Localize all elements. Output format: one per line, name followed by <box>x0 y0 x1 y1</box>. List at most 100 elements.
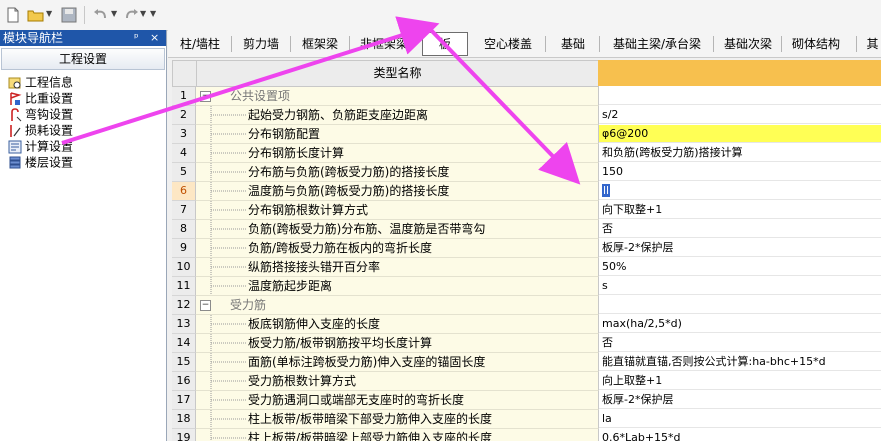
undo-icon[interactable] <box>92 6 110 24</box>
type-name-text: 分布钢筋配置 <box>248 127 321 141</box>
value-cell[interactable]: la <box>599 410 881 428</box>
value-cell[interactable]: s/2 <box>599 106 881 124</box>
type-name-cell[interactable]: 板底钢筋伸入支座的长度 <box>196 315 599 334</box>
tab-masonry[interactable]: 砌体结构 <box>784 33 848 55</box>
tab-slab[interactable]: 板 <box>422 32 468 56</box>
value-cell[interactable]: ll <box>599 182 881 200</box>
value-cell[interactable]: s <box>599 277 881 295</box>
table-row[interactable]: 4 分布钢筋长度计算 和负筋(跨板受力筋)搭接计算 <box>172 144 881 163</box>
table-row[interactable]: 11 温度筋起步距离 s <box>172 277 881 296</box>
type-name-cell[interactable]: 负筋/跨板受力筋在板内的弯折长度 <box>196 239 599 258</box>
tab-hollow-floor[interactable]: 空心楼盖 <box>472 33 544 55</box>
value-editor-selection[interactable]: ll <box>602 184 611 197</box>
type-name-cell[interactable]: − 受力筋 <box>196 296 599 315</box>
type-name-cell[interactable]: 温度筋与负筋(跨板受力筋)的搭接长度 <box>196 182 599 201</box>
table-row[interactable]: 17 受力筋遇洞口或端部无支座时的弯折长度 板厚-2*保护层 <box>172 391 881 410</box>
table-row[interactable]: 14 板受力筋/板带钢筋按平均长度计算 否 <box>172 334 881 353</box>
tab-foundation-secondary-beam[interactable]: 基础次梁 <box>716 33 780 55</box>
type-name-cell[interactable]: 柱上板带/板带暗梁下部受力筋伸入支座的长度 <box>196 410 599 429</box>
nav-item-weight-ratio[interactable]: 比重设置 <box>0 90 166 106</box>
type-name-cell[interactable]: − 公共设置项 <box>196 87 599 106</box>
type-name-cell[interactable]: 负筋(跨板受力筋)分布筋、温度筋是否带弯勾 <box>196 220 599 239</box>
tab-non-frame-beam[interactable]: 非框架梁 <box>351 33 417 55</box>
weight-ratio-icon <box>10 91 22 105</box>
value-cell[interactable]: 向下取整+1 <box>599 201 881 219</box>
value-cell[interactable]: 板厚-2*保护层 <box>599 391 881 409</box>
nav-item-project-info[interactable]: 工程信息 <box>0 74 166 90</box>
tab-frame-beam[interactable]: 框架梁 <box>292 33 348 55</box>
table-row[interactable]: 10 纵筋搭接接头错开百分率 50% <box>172 258 881 277</box>
panel-header-project-settings[interactable]: 工程设置 <box>1 48 165 70</box>
table-row[interactable]: 15 面筋(单标注跨板受力筋)伸入支座的锚固长度 能直锚就直锚,否则按公式计算:ha… <box>172 353 881 372</box>
type-name-cell[interactable]: 板受力筋/板带钢筋按平均长度计算 <box>196 334 599 353</box>
type-name-cell[interactable]: 柱上板带/板带暗梁上部受力筋伸入支座的长度 <box>196 429 599 441</box>
row-number: 13 <box>172 315 196 334</box>
column-header-type-name[interactable]: 类型名称 <box>196 60 599 87</box>
redo-dropdown-caret[interactable]: ▼ <box>140 9 146 18</box>
row-number: 8 <box>172 220 196 239</box>
type-name-cell[interactable]: 温度筋起步距离 <box>196 277 599 296</box>
value-cell[interactable]: 150 <box>599 163 881 181</box>
tab-separator <box>599 36 600 52</box>
nav-item-hook-setting[interactable]: 弯钩设置 <box>0 106 166 122</box>
value-cell[interactable]: 能直锚就直锚,否则按公式计算:ha-bhc+15*d <box>599 353 881 371</box>
nav-item-calc-setting[interactable]: 计算设置 <box>0 138 166 154</box>
table-row[interactable]: 5 分布筋与负筋(跨板受力筋)的搭接长度 150 <box>172 163 881 182</box>
tab-other[interactable]: 其 <box>864 33 881 55</box>
tree-line-icon <box>210 125 246 143</box>
type-name-cell[interactable]: 受力筋遇洞口或端部无支座时的弯折长度 <box>196 391 599 410</box>
tab-column[interactable]: 柱/墙柱 <box>170 33 230 55</box>
value-cell[interactable]: 50% <box>599 258 881 276</box>
table-row[interactable]: 9 负筋/跨板受力筋在板内的弯折长度 板厚-2*保护层 <box>172 239 881 258</box>
value-cell[interactable]: 否 <box>599 220 881 238</box>
table-row[interactable]: 3 分布钢筋配置 φ6@200 <box>172 125 881 144</box>
pin-icon[interactable]: ᵖ <box>134 30 139 46</box>
value-cell[interactable]: 否 <box>599 334 881 352</box>
tree-line-icon <box>210 353 246 371</box>
open-folder-icon[interactable] <box>27 6 45 24</box>
table-row[interactable]: 8 负筋(跨板受力筋)分布筋、温度筋是否带弯勾 否 <box>172 220 881 239</box>
group-row[interactable]: 1− 公共设置项 <box>172 87 881 106</box>
redo-icon[interactable] <box>122 6 140 24</box>
value-cell[interactable]: 0.6*Lab+15*d <box>599 429 881 441</box>
close-icon[interactable]: × <box>150 30 159 46</box>
type-name-cell[interactable]: 分布筋与负筋(跨板受力筋)的搭接长度 <box>196 163 599 182</box>
value-cell[interactable]: 向上取整+1 <box>599 372 881 390</box>
type-name-cell[interactable]: 受力筋根数计算方式 <box>196 372 599 391</box>
type-name-cell[interactable]: 分布钢筋长度计算 <box>196 144 599 163</box>
open-dropdown-caret[interactable]: ▼ <box>46 9 52 18</box>
group-row[interactable]: 12− 受力筋 <box>172 296 881 315</box>
value-cell[interactable]: φ6@200 <box>599 125 881 143</box>
nav-item-loss-setting[interactable]: 损耗设置 <box>0 122 166 138</box>
value-cell[interactable]: max(ha/2,5*d) <box>599 315 881 333</box>
table-row[interactable]: 16 受力筋根数计算方式 向上取整+1 <box>172 372 881 391</box>
value-cell[interactable]: 板厚-2*保护层 <box>599 239 881 257</box>
tab-foundation[interactable]: 基础 <box>548 33 598 55</box>
type-name-cell[interactable]: 分布钢筋根数计算方式 <box>196 201 599 220</box>
tree-line-icon <box>210 220 246 238</box>
new-file-icon[interactable] <box>4 6 22 24</box>
value-cell[interactable]: 和负筋(跨板受力筋)搭接计算 <box>599 144 881 162</box>
type-name-cell[interactable]: 分布钢筋配置 <box>196 125 599 144</box>
tab-shear-wall[interactable]: 剪力墙 <box>233 33 289 55</box>
type-name-cell[interactable]: 起始受力钢筋、负筋距支座边距离 <box>196 106 599 125</box>
table-row[interactable]: 19 柱上板带/板带暗梁上部受力筋伸入支座的长度 0.6*Lab+15*d <box>172 429 881 441</box>
type-name-cell[interactable]: 面筋(单标注跨板受力筋)伸入支座的锚固长度 <box>196 353 599 372</box>
column-header-value[interactable] <box>598 60 881 86</box>
table-row[interactable]: 13 板底钢筋伸入支座的长度 max(ha/2,5*d) <box>172 315 881 334</box>
table-row[interactable]: 2 起始受力钢筋、负筋距支座边距离 s/2 <box>172 106 881 125</box>
undo-dropdown-caret[interactable]: ▼ <box>111 9 117 18</box>
collapse-icon[interactable]: − <box>200 91 211 102</box>
settings-grid: 类型名称 1− 公共设置项 2 起始受力钢筋、负筋距支座边距离 s/2 3 分布钢筋配置 φ6… <box>172 60 881 441</box>
customize-icon[interactable]: ▼ <box>150 9 156 18</box>
table-row[interactable]: 6 温度筋与负筋(跨板受力筋)的搭接长度 ll <box>172 182 881 201</box>
nav-item-floor-setting[interactable]: 楼层设置 <box>0 154 166 170</box>
table-row[interactable]: 18 柱上板带/板带暗梁下部受力筋伸入支座的长度 la <box>172 410 881 429</box>
tab-foundation-main-beam[interactable]: 基础主梁/承台梁 <box>602 33 712 55</box>
type-name-cell[interactable]: 纵筋搭接接头错开百分率 <box>196 258 599 277</box>
save-icon[interactable] <box>60 6 78 24</box>
type-name-text: 负筋(跨板受力筋)分布筋、温度筋是否带弯勾 <box>248 222 486 236</box>
type-name-text: 温度筋起步距离 <box>248 279 333 293</box>
table-row[interactable]: 7 分布钢筋根数计算方式 向下取整+1 <box>172 201 881 220</box>
collapse-icon[interactable]: − <box>200 300 211 311</box>
